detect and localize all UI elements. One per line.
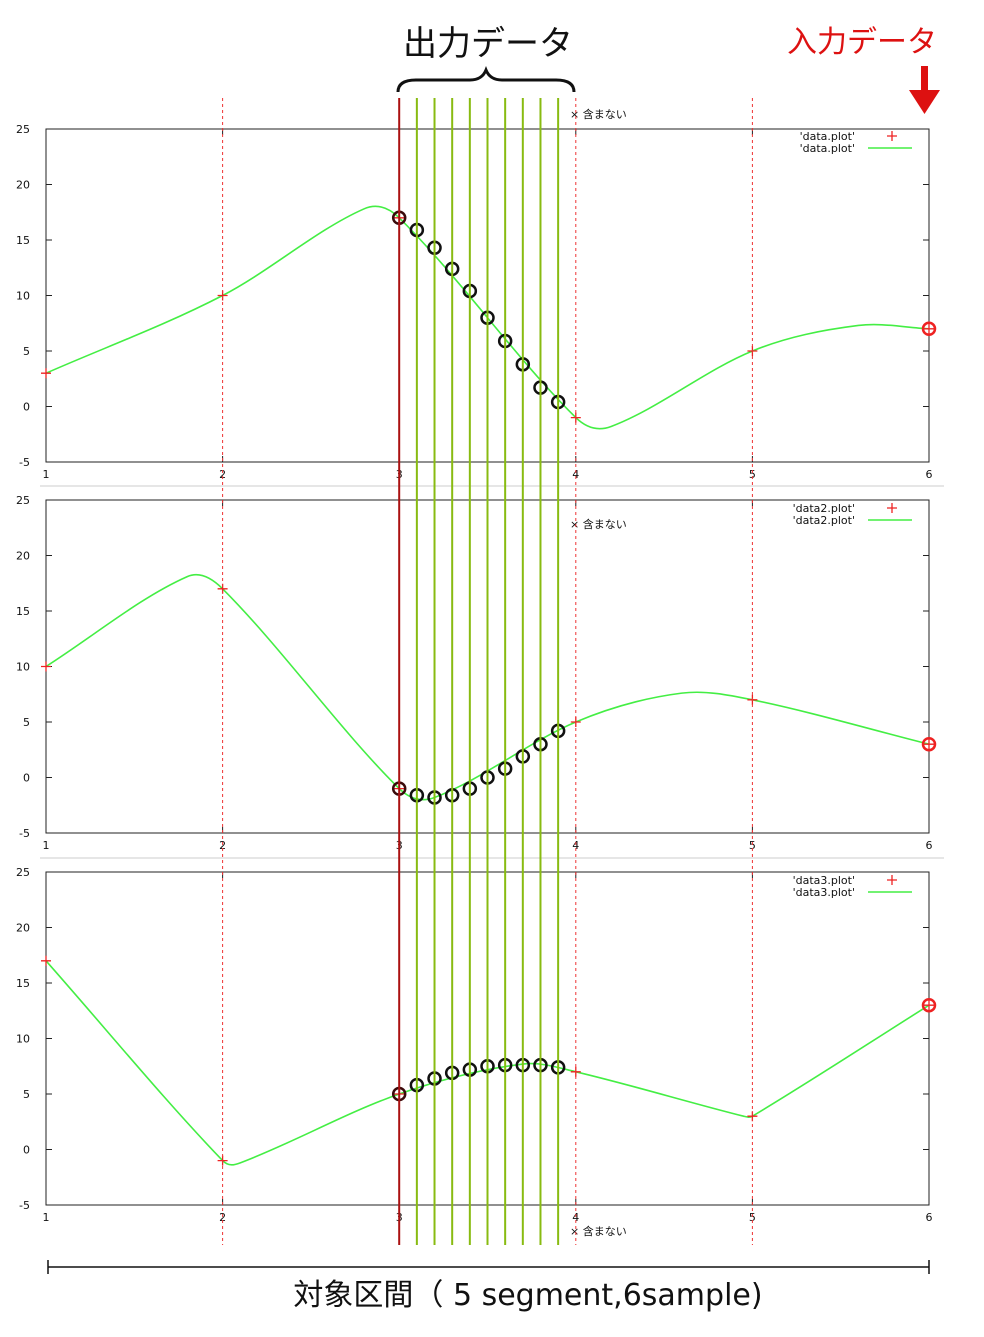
brace-icon	[396, 65, 576, 93]
y-tick-label: -5	[19, 456, 30, 469]
excluded-note: × 含まない	[570, 1224, 627, 1238]
y-tick-label: 20	[16, 550, 30, 563]
y-tick-label: 25	[16, 494, 30, 507]
excluded-note: × 含まない	[570, 517, 627, 531]
legend-label: 'data.plot'	[800, 142, 855, 155]
y-tick-label: 0	[23, 1144, 30, 1157]
x-tick-label: 6	[926, 468, 933, 481]
range-bracket	[47, 1260, 930, 1274]
x-tick-label: 6	[926, 1211, 933, 1224]
y-tick-label: 10	[16, 1033, 30, 1046]
excluded-note: × 含まない	[570, 107, 627, 121]
sample-point	[41, 368, 51, 379]
x-tick-label: 6	[926, 839, 933, 852]
segment-overlay	[222, 98, 753, 1245]
y-tick-label: 15	[16, 234, 30, 247]
range-label: 対象区間（ 5 segment,6sample)	[293, 1278, 762, 1313]
x-tick-label: 1	[43, 468, 50, 481]
legend-marker	[887, 503, 897, 513]
y-tick-label: 10	[16, 290, 30, 303]
y-tick-label: 5	[23, 1088, 30, 1101]
chart-panels: 2520151050-5123456'data.plot''data.plot'…	[16, 107, 944, 1238]
segment-sampling-figure: 出力データ 入力データ 2520151050-5123456'data.plot…	[16, 24, 944, 1313]
output-data-title: 出力データ	[403, 24, 573, 64]
chart-panel-2: 2520151050-5123456'data2.plot''data2.plo…	[16, 494, 937, 852]
y-tick-label: 0	[23, 772, 30, 785]
x-tick-label: 1	[43, 839, 50, 852]
chart-panel-1: 2520151050-5123456'data.plot''data.plot'…	[16, 107, 937, 481]
y-tick-label: 20	[16, 179, 30, 192]
y-tick-label: 20	[16, 922, 30, 935]
legend-marker	[887, 875, 897, 885]
legend-marker	[887, 131, 897, 141]
y-tick-label: 5	[23, 716, 30, 729]
x-tick-label: 2	[219, 468, 226, 481]
y-tick-label: 25	[16, 866, 30, 879]
sample-point	[41, 661, 51, 672]
y-tick-label: 15	[16, 605, 30, 618]
y-tick-label: 5	[23, 345, 30, 358]
x-tick-label: 1	[43, 1211, 50, 1224]
legend-label: 'data3.plot'	[793, 886, 855, 899]
y-tick-label: 25	[16, 123, 30, 136]
legend-label: 'data2.plot'	[793, 514, 855, 527]
down-arrow-icon	[909, 66, 940, 114]
y-tick-label: 10	[16, 661, 30, 674]
input-data-title: 入力データ	[787, 25, 937, 60]
x-tick-label: 5	[749, 468, 756, 481]
x-tick-label: 4	[572, 468, 579, 481]
y-tick-label: 15	[16, 977, 30, 990]
y-tick-label: -5	[19, 827, 30, 840]
y-tick-label: -5	[19, 1199, 30, 1212]
chart-panel-3: 2520151050-5123456'data3.plot''data3.plo…	[16, 866, 937, 1238]
y-tick-label: 0	[23, 401, 30, 414]
